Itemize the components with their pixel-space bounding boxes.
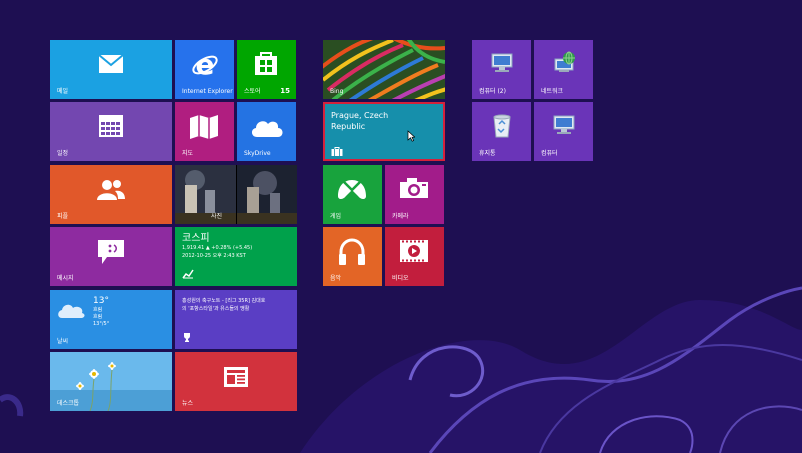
sports-headline-line1: 홍성원의 축구노트 - [리그 35R] 김대호 (182, 298, 266, 304)
top-edge (0, 0, 802, 6)
tile-skydrive[interactable]: SkyDrive (237, 102, 296, 161)
tile-label: 지도 (182, 150, 194, 157)
tile-label: 비디오 (392, 275, 409, 282)
recycle-bin-icon (493, 114, 511, 138)
weather-temperature: 13° (93, 296, 109, 306)
tile-photos[interactable]: 사진 (175, 165, 297, 224)
tile-label: 일정 (57, 150, 69, 157)
sports-headline-line2: 의 '포항스타일'과 유스들의 맹활 (182, 306, 250, 312)
tile-label: 날씨 (57, 338, 69, 345)
tile-computer[interactable]: 컴퓨터 (534, 102, 593, 161)
tile-label: 음악 (330, 275, 342, 282)
tile-news[interactable]: 뉴스 (175, 352, 297, 411)
tile-label: Bing (330, 88, 344, 95)
tile-label: 뉴스 (182, 400, 194, 407)
calendar-icon (99, 115, 123, 137)
internet-explorer-icon: e (192, 50, 218, 78)
tile-people[interactable]: 피플 (50, 165, 172, 224)
tile-desktop[interactable]: 데스크톱 (50, 352, 172, 411)
tile-label: 게임 (330, 213, 342, 220)
trophy-icon (184, 333, 190, 342)
tile-computer-2[interactable]: 컴퓨터 (2) (472, 40, 531, 99)
tile-label: Internet Explorer (182, 88, 233, 95)
people-icon (97, 180, 125, 200)
tile-music[interactable]: 음악 (323, 227, 382, 286)
weather-condition-detail: 흐림 (93, 314, 103, 320)
envelope-icon (98, 54, 124, 73)
store-bag-icon (255, 52, 277, 75)
weather-condition: 흐림 (93, 307, 103, 313)
cloud-weather-icon (58, 304, 85, 318)
finance-index-value: 1,919.41 ▲ +0.28% (+5.45) (182, 245, 253, 251)
tile-label: 메시지 (57, 275, 74, 282)
tile-maps[interactable]: 지도 (175, 102, 234, 161)
tile-internet-explorer[interactable]: e Internet Explorer (175, 40, 234, 99)
store-update-count: 15 (280, 87, 290, 95)
chart-icon (182, 269, 194, 279)
tile-network[interactable]: 네트워크 (534, 40, 593, 99)
tile-mail[interactable]: 메일 (50, 40, 172, 99)
tile-bing[interactable]: Bing (323, 40, 445, 99)
computer-icon (491, 53, 513, 72)
tile-camera[interactable]: 카메라 (385, 165, 444, 224)
tile-label: 네트워크 (541, 88, 564, 95)
message-bubble-icon (98, 240, 124, 264)
tile-label: 피플 (57, 213, 69, 220)
network-globe-icon (554, 51, 575, 72)
tile-store[interactable]: 스토어 15 (237, 40, 296, 99)
tile-messaging[interactable]: 메시지 (50, 227, 172, 286)
tile-label: 스토어 (244, 88, 261, 95)
suitcase-icon (331, 147, 343, 156)
tile-sports[interactable]: 홍성원의 축구노트 - [리그 35R] 김대호 의 '포항스타일'과 유스들의… (175, 290, 297, 349)
tile-label: 사진 (211, 213, 223, 220)
headphones-icon (339, 238, 365, 265)
tile-travel[interactable]: Prague, Czech Republic (323, 102, 445, 161)
video-play-icon (400, 240, 428, 262)
tile-label: 메일 (57, 88, 69, 95)
map-icon (190, 115, 218, 139)
tile-games[interactable]: 게임 (323, 165, 382, 224)
finance-index-name: 코스피 (182, 233, 210, 244)
camera-icon (400, 178, 428, 198)
tile-label: 휴지통 (479, 150, 496, 157)
cloud-icon (251, 121, 283, 137)
weather-range: 13°/5° (93, 321, 110, 327)
xbox-controller-icon (338, 180, 366, 199)
tile-video[interactable]: 비디오 (385, 227, 444, 286)
tile-label: 카메라 (392, 213, 409, 220)
tile-recycle-bin[interactable]: 휴지통 (472, 102, 531, 161)
newspaper-icon (224, 367, 248, 387)
tile-weather[interactable]: 13° 흐림 흐림 13°/5° 날씨 (50, 290, 172, 349)
computer-icon (553, 115, 575, 134)
finance-timestamp: 2012-10-25 오후 2:43 KST (182, 253, 246, 259)
tile-label: 컴퓨터 (541, 150, 558, 157)
tile-finance[interactable]: 코스피 1,919.41 ▲ +0.28% (+5.45) 2012-10-25… (175, 227, 297, 286)
mouse-cursor-icon (407, 130, 415, 142)
photo-image (175, 165, 297, 224)
tile-label: 컴퓨터 (2) (479, 88, 506, 95)
tile-label: SkyDrive (244, 150, 271, 157)
tile-calendar[interactable]: 일정 (50, 102, 172, 161)
tile-label: 데스크톱 (57, 400, 80, 407)
travel-destination: Prague, Czech Republic (331, 111, 389, 131)
